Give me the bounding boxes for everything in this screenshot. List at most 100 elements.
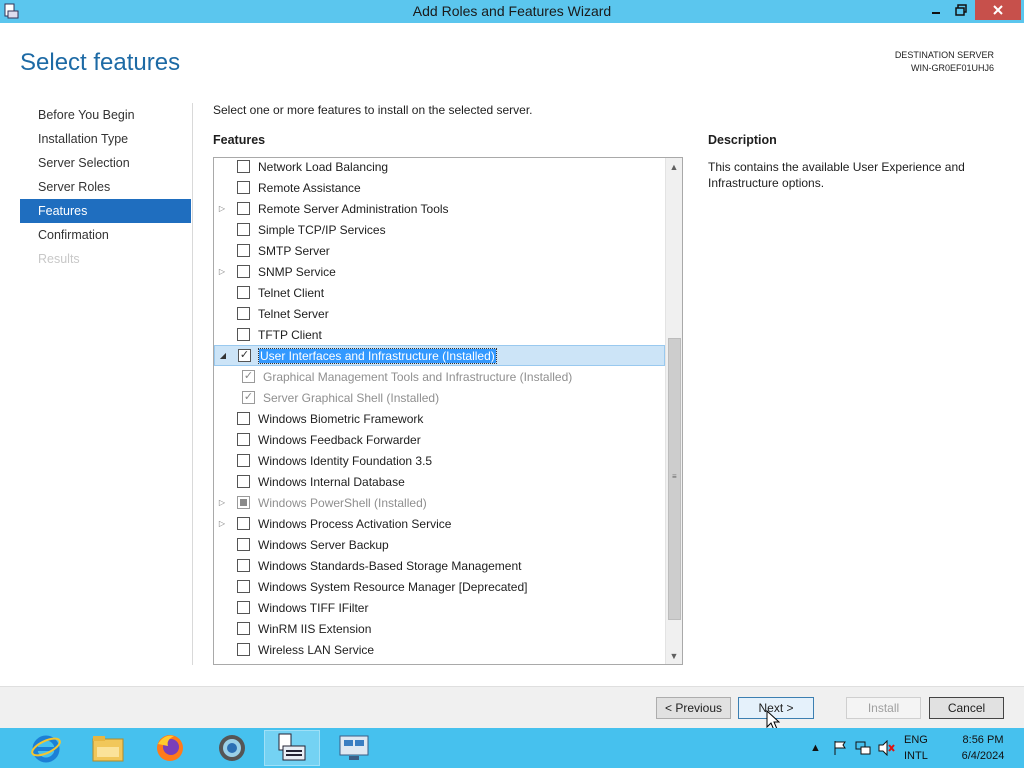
wizard-footer: < Previous Next > Install Cancel	[0, 686, 1024, 728]
feature-row[interactable]: ▷ Remote Server Administration Tools	[214, 198, 665, 219]
feature-label: WinRM IIS Extension	[258, 621, 372, 636]
feature-row[interactable]: ▷ SNMP Service	[214, 261, 665, 282]
features-list: Network Load Balancing Remote Assistance ▷…	[214, 158, 665, 660]
feature-row[interactable]: ✓ Graphical Management Tools and Infrastr…	[214, 366, 665, 387]
nav-item-installation-type[interactable]: Installation Type	[20, 127, 191, 151]
wizard-nav: Before You Begin Installation Type Serve…	[20, 103, 191, 271]
feature-label: Remote Server Administration Tools	[258, 201, 449, 216]
feature-checkbox[interactable]	[237, 643, 250, 656]
destination-server-info: DESTINATION SERVER WIN-GR0EF01UHJ6	[895, 49, 994, 75]
nav-item-confirmation[interactable]: Confirmation	[20, 223, 191, 247]
description-heading: Description	[708, 133, 777, 147]
nav-item-features[interactable]: Features	[20, 199, 191, 223]
feature-checkbox[interactable]	[237, 622, 250, 635]
expand-arrow-icon[interactable]: ▷	[216, 498, 228, 507]
feature-checkbox[interactable]	[237, 181, 250, 194]
feature-label: Windows Standards-Based Storage Manageme…	[258, 558, 522, 573]
feature-checkbox[interactable]	[237, 307, 250, 320]
feature-row[interactable]: Windows Biometric Framework	[214, 408, 665, 429]
firefox-icon[interactable]	[142, 730, 198, 766]
action-center-flag-icon[interactable]	[832, 728, 848, 768]
feature-checkbox[interactable]	[237, 286, 250, 299]
nav-item-before-you-begin[interactable]: Before You Begin	[20, 103, 191, 127]
remote-desktop-icon[interactable]	[326, 730, 382, 766]
nav-divider	[192, 103, 193, 665]
feature-row[interactable]: Simple TCP/IP Services	[214, 219, 665, 240]
input-language-indicator[interactable]: ENG INTL	[904, 732, 928, 764]
collapse-arrow-icon[interactable]: ◢	[217, 351, 229, 360]
nav-item-server-selection[interactable]: Server Selection	[20, 151, 191, 175]
show-hidden-icons-icon[interactable]: ▲	[810, 728, 821, 768]
feature-checkbox[interactable]: ✓	[238, 349, 251, 362]
cancel-button[interactable]: Cancel	[929, 697, 1004, 719]
feature-row[interactable]: Windows Server Backup	[214, 534, 665, 555]
feature-checkbox[interactable]	[237, 580, 250, 593]
feature-row[interactable]: WinRM IIS Extension	[214, 618, 665, 639]
feature-row[interactable]: Windows Identity Foundation 3.5	[214, 450, 665, 471]
scroll-thumb[interactable]: ≡	[668, 338, 681, 620]
feature-checkbox[interactable]	[237, 517, 250, 530]
feature-label: Windows Feedback Forwarder	[258, 432, 421, 447]
feature-checkbox[interactable]	[237, 265, 250, 278]
feature-checkbox[interactable]	[237, 538, 250, 551]
chrome-icon[interactable]	[204, 730, 260, 766]
feature-checkbox[interactable]	[237, 244, 250, 257]
feature-row[interactable]: ▷ Windows PowerShell (Installed)	[214, 492, 665, 513]
feature-checkbox[interactable]	[237, 328, 250, 341]
feature-row[interactable]: TFTP Client	[214, 324, 665, 345]
feature-checkbox[interactable]	[237, 559, 250, 572]
features-tree[interactable]: Network Load Balancing Remote Assistance ▷…	[213, 157, 683, 665]
feature-label: User Interfaces and Infrastructure (Inst…	[258, 347, 497, 364]
clock-date: 6/4/2024	[961, 750, 1005, 762]
window-title: Add Roles and Features Wizard	[412, 3, 612, 19]
feature-row[interactable]: Windows Internal Database	[214, 471, 665, 492]
expand-arrow-icon[interactable]: ▷	[216, 204, 228, 213]
feature-row[interactable]: Remote Assistance	[214, 177, 665, 198]
feature-checkbox[interactable]	[237, 160, 250, 173]
taskbar: ▲ ENG INTL 8:56 PM 6/4/2024	[0, 728, 1024, 768]
instruction-text: Select one or more features to install o…	[213, 103, 533, 117]
volume-muted-icon[interactable]	[878, 728, 896, 768]
feature-checkbox[interactable]	[237, 223, 250, 236]
scroll-down-icon[interactable]: ▼	[666, 647, 682, 664]
network-icon[interactable]	[855, 728, 871, 768]
feature-row[interactable]: ◢ ✓ User Interfaces and Infrastructure (In…	[214, 345, 665, 366]
feature-row[interactable]: ▷ Windows Process Activation Service	[214, 513, 665, 534]
internet-explorer-icon[interactable]	[18, 730, 74, 766]
expand-arrow-icon[interactable]: ▷	[216, 267, 228, 276]
feature-row[interactable]: Telnet Server	[214, 303, 665, 324]
feature-checkbox[interactable]	[237, 601, 250, 614]
scroll-up-icon[interactable]: ▲	[666, 158, 682, 175]
previous-button[interactable]: < Previous	[656, 697, 731, 719]
feature-row[interactable]: Telnet Client	[214, 282, 665, 303]
feature-checkbox[interactable]	[237, 454, 250, 467]
feature-row[interactable]: Windows TIFF IFilter	[214, 597, 665, 618]
expand-arrow-icon[interactable]: ▷	[216, 519, 228, 528]
feature-checkbox[interactable]	[237, 475, 250, 488]
restore-button[interactable]	[948, 0, 974, 20]
feature-label: Server Graphical Shell (Installed)	[263, 390, 440, 405]
server-manager-icon[interactable]	[264, 730, 320, 766]
feature-checkbox[interactable]	[237, 202, 250, 215]
file-explorer-icon[interactable]	[80, 730, 136, 766]
feature-row[interactable]: Wireless LAN Service	[214, 639, 665, 660]
feature-row[interactable]: Windows Feedback Forwarder	[214, 429, 665, 450]
feature-label: Windows System Resource Manager [Depreca…	[258, 579, 528, 594]
feature-checkbox[interactable]	[237, 412, 250, 425]
close-button[interactable]	[975, 0, 1021, 20]
feature-row[interactable]: Network Load Balancing	[214, 158, 665, 177]
features-scrollbar[interactable]: ▲ ≡ ▼	[665, 158, 682, 664]
taskbar-clock[interactable]: 8:56 PM 6/4/2024	[948, 732, 1018, 764]
feature-row[interactable]: ✓ Server Graphical Shell (Installed)	[214, 387, 665, 408]
minimize-button[interactable]	[923, 0, 948, 20]
feature-row[interactable]: Windows Standards-Based Storage Manageme…	[214, 555, 665, 576]
nav-item-server-roles[interactable]: Server Roles	[20, 175, 191, 199]
page-title: Select features	[20, 49, 181, 76]
feature-checkbox[interactable]	[237, 433, 250, 446]
destination-label: DESTINATION SERVER	[894, 50, 994, 60]
feature-row[interactable]: SMTP Server	[214, 240, 665, 261]
lang-line-1: ENG	[904, 734, 928, 746]
restore-icon	[955, 4, 967, 16]
feature-row[interactable]: Windows System Resource Manager [Depreca…	[214, 576, 665, 597]
features-heading: Features	[213, 133, 266, 147]
